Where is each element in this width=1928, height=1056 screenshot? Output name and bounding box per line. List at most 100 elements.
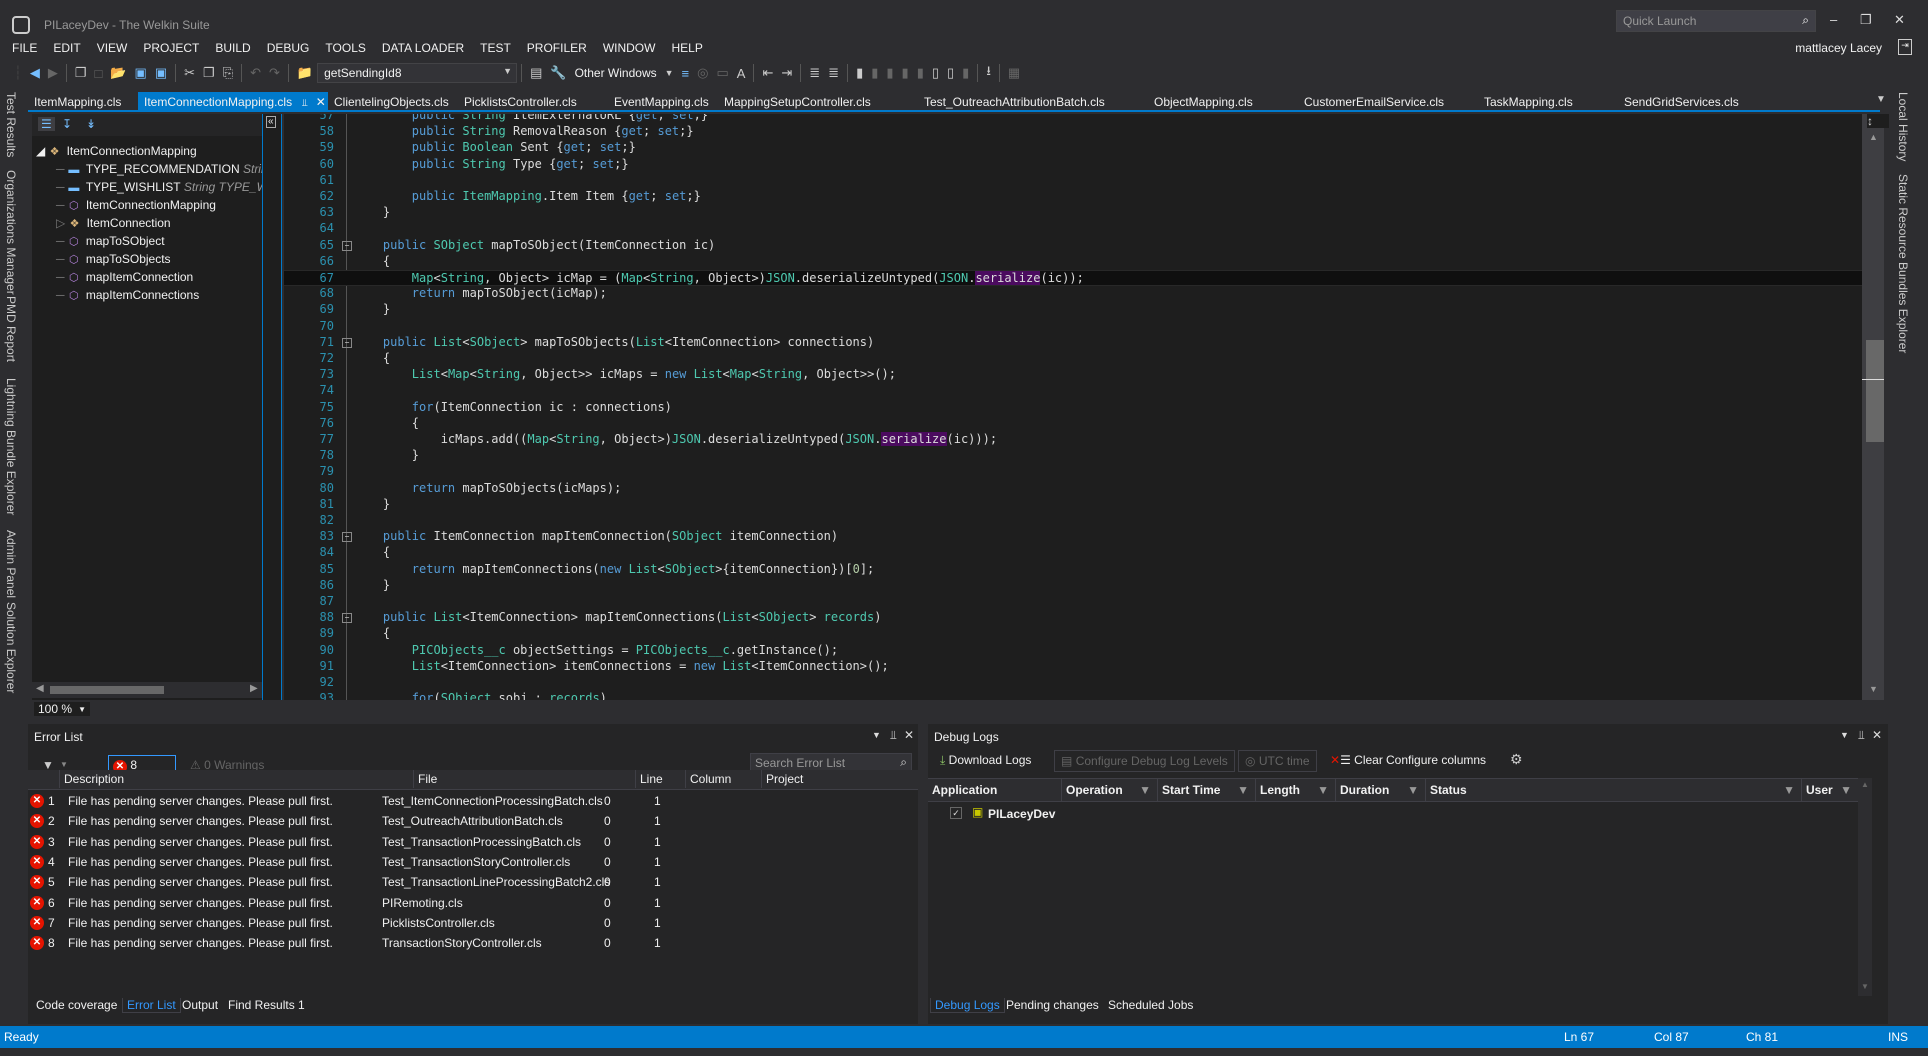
column-header-project[interactable]: Project [762,770,918,788]
code-line[interactable]: 83− public ItemConnection mapItemConnect… [284,529,1862,545]
back-icon[interactable]: ◀ [30,65,40,81]
pin-tab-icon[interactable]: ⫫ [302,98,308,109]
configure-debug-log-levels-button[interactable]: ▤ Configure Debug Log Levels [1054,750,1235,772]
settings-gear-icon[interactable]: ⚙ [1504,748,1529,770]
outline-node[interactable]: ─ ▬ TYPE_RECOMMENDATION String [56,162,274,176]
next-bookmark-icon[interactable]: ▮ [886,65,893,81]
close-panel-icon[interactable]: ✕ [1872,728,1882,742]
side-tab-test-results[interactable]: Test Results [4,92,18,157]
menu-data-loader[interactable]: DATA LOADER [382,41,464,55]
deploy-icon[interactable]: ⭳ [986,62,991,84]
menu-profiler[interactable]: PROFILER [527,41,587,55]
menu-file[interactable]: FILE [12,41,37,55]
column-header-duration[interactable]: Duration ▼ [1336,779,1426,801]
fold-toggle-icon[interactable]: − [342,613,352,624]
method-combo[interactable]: getSendingId8 ▼ [317,63,518,83]
restore-button[interactable]: ❐ [1860,12,1872,28]
window-icon[interactable]: ▤ [530,65,542,81]
fold-toggle-icon[interactable]: − [342,337,352,348]
scroll-down-icon[interactable]: ▼ [1861,982,1869,991]
filter-icon[interactable]: ▼ [1237,783,1249,797]
menu-project[interactable]: PROJECT [143,41,199,55]
code-line[interactable]: 61 [284,173,1862,189]
utc-time-toggle[interactable]: ◎ UTC time [1238,750,1317,772]
menu-build[interactable]: BUILD [215,41,250,55]
code-line[interactable]: 71− public List<SObject> mapToSObjects(L… [284,335,1862,351]
side-tab-pmd-report[interactable]: PMD Report [4,296,18,362]
find-in-files-icon[interactable]: 📁 [297,65,313,81]
code-line[interactable]: 75 for(ItemConnection ic : connections) [284,400,1862,416]
menu-debug[interactable]: DEBUG [267,41,310,55]
outline-node[interactable]: ─ ▬ TYPE_WISHLIST String TYPE_W [56,180,268,194]
scroll-left-icon[interactable]: ◀ [36,683,44,694]
pin-icon[interactable]: ⫫ [890,728,897,743]
scroll-right-icon[interactable]: ▶ [250,683,258,694]
code-line[interactable]: 93 for(SObject sobj : records) [284,691,1862,700]
add-item-icon[interactable]: □ [94,66,102,81]
code-editor[interactable]: 57 public String ItemExternalURL {get; s… [284,114,1862,700]
close-tab-icon[interactable]: ✕ [316,95,326,109]
format-icon[interactable]: ≡ [682,66,690,81]
pin-icon[interactable]: ⫫ [1858,728,1865,743]
debug-logs-scrollbar[interactable]: ▲ ▼ [1858,778,1872,996]
next-bookmark-doc-icon[interactable]: ▯ [947,65,954,81]
download-logs-button[interactable]: ⤓ Download Logs [934,750,1037,772]
code-line[interactable]: 87 [284,594,1862,610]
column-header-column[interactable]: Column [686,770,762,788]
menu-edit[interactable]: EDIT [53,41,80,55]
filter-icon[interactable]: ▼ [1783,783,1795,797]
filter-icon[interactable]: ▼ [1139,783,1151,797]
error-row[interactable]: ✕ 5 File has pending server changes. Pleas… [28,873,918,893]
code-line[interactable]: 92 [284,675,1862,691]
outline-horizontal-scrollbar[interactable]: ◀ ▶ [32,682,262,698]
side-tab-local-history[interactable]: Local History [1896,92,1910,161]
rename-icon[interactable]: A [737,66,746,81]
quick-launch-input[interactable]: Quick Launch ⌕ [1616,10,1816,32]
code-line[interactable]: 85 return mapItemConnections(new List<SO… [284,562,1862,578]
column-header-application[interactable]: Application [928,779,1062,801]
error-row[interactable]: ✕ 1 File has pending server changes. Pleas… [28,792,918,812]
code-line[interactable]: 73 List<Map<String, Object>> icMaps = ne… [284,367,1862,383]
tab-mappingsetupcontroller-cls[interactable]: MappingSetupController.cls [718,92,918,112]
code-line[interactable]: 82 [284,513,1862,529]
sort-by-file-icon[interactable]: ☰ [38,117,55,131]
code-line[interactable]: 80 return mapToSObjects(icMaps); [284,481,1862,497]
error-row[interactable]: ✕ 7 File has pending server changes. Pleas… [28,914,918,934]
zoom-level-select[interactable]: 100 % ▼ [34,702,90,716]
error-row[interactable]: ✕ 6 File has pending server changes. Pleas… [28,894,918,914]
tab-taskmapping-cls[interactable]: TaskMapping.cls [1478,92,1618,112]
other-windows-dropdown[interactable]: Other Windows [575,66,657,80]
side-tab-lightning-bundle-explorer[interactable]: Lightning Bundle Explorer [4,378,18,515]
menu-view[interactable]: VIEW [97,41,128,55]
user-name[interactable]: mattlacey Lacey [1795,41,1882,55]
redo-icon[interactable]: ↷ [269,65,280,81]
collapse-outline-bar[interactable]: « [262,114,282,700]
outline-node[interactable]: ─ ⬡ mapItemConnection [56,270,193,284]
side-tab-admin-panel[interactable]: Admin Panel [4,530,18,598]
undo-icon[interactable]: ↶ [250,65,261,81]
error-row[interactable]: ✕ 8 File has pending server changes. Pleas… [28,934,918,954]
code-line[interactable]: 86 } [284,578,1862,594]
code-line[interactable]: 57 public String ItemExternalURL {get; s… [284,114,1862,124]
code-line[interactable]: 89 { [284,626,1862,642]
column-header-status[interactable]: Status ▼ [1426,779,1802,801]
tab-objectmapping-cls[interactable]: ObjectMapping.cls [1148,92,1298,112]
menu-test[interactable]: TEST [480,41,511,55]
bottom-tab-output[interactable]: Output [182,998,218,1012]
run-tests-icon[interactable]: ▦ [1008,65,1020,81]
tag-icon[interactable]: ◎ [697,65,708,81]
fold-toggle-icon[interactable]: − [342,532,352,543]
bottom-tab-code-coverage[interactable]: Code coverage [36,998,117,1012]
bottom-tab-debug-logs[interactable]: Debug Logs [930,998,1005,1013]
comment-lines-icon[interactable]: ≣ [809,65,820,81]
panel-menu-icon[interactable]: ▼ [872,730,881,740]
wrench-icon[interactable]: 🔧 [550,65,566,81]
code-line[interactable]: 90 PICObjects__c objectSettings = PICObj… [284,643,1862,659]
sort-by-type-icon[interactable]: ↧ [62,117,72,131]
editor-vertical-scrollbar[interactable]: ↕ ▲ ▼ [1862,114,1889,700]
copy-icon[interactable]: ❐ [203,65,215,81]
code-line[interactable]: 58 public String RemovalReason {get; set… [284,124,1862,140]
column-header-length[interactable]: Length ▼ [1256,779,1336,801]
code-line[interactable]: 88− public List<ItemConnection> mapItemC… [284,610,1862,626]
code-line[interactable]: 78 } [284,448,1862,464]
